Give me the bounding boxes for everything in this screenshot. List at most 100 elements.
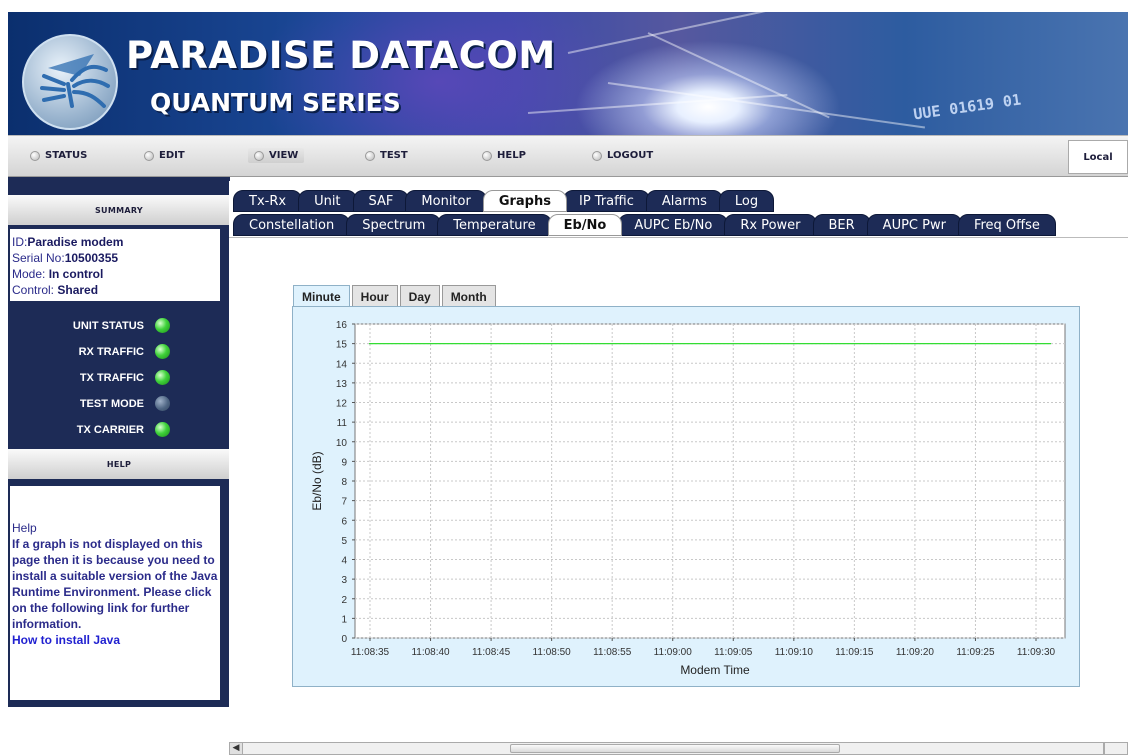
scroll-thumb[interactable]	[510, 744, 840, 753]
install-java-link[interactable]: How to install Java	[12, 632, 220, 648]
y-tick-label: 13	[336, 379, 348, 390]
ebno-chart-panel: 0 1 2 3 4 5 6 7 8 9 10 11 12 13 14 15 16 11:08:35 11:08:40…	[292, 306, 1080, 687]
x-tick-label: 11:08:35	[351, 647, 390, 658]
status-tx-carrier: TX CARRIER	[8, 420, 230, 442]
led-green-icon	[155, 344, 170, 359]
bullet-icon	[365, 150, 375, 161]
nav-logout-label: LOGOUT	[607, 150, 654, 161]
tab-log[interactable]: Log	[718, 190, 775, 212]
tab-tx-rx[interactable]: Tx-Rx	[233, 190, 303, 212]
plot-area	[354, 323, 1066, 639]
tab-saf[interactable]: SAF	[352, 190, 410, 212]
nav-edit[interactable]: EDIT	[144, 150, 185, 161]
status-unit-status: UNIT STATUS	[8, 316, 230, 338]
y-tick-label: 0	[341, 634, 347, 645]
y-tick-label: 10	[336, 438, 348, 449]
tab-graphs[interactable]: Graphs	[482, 190, 567, 212]
summary-header: SUMMARY	[8, 195, 230, 225]
x-tick-label: 11:08:40	[411, 647, 450, 658]
tab-row-primary: Tx-Rx Unit SAF Monitor Graphs IP Traffic…	[233, 190, 775, 212]
y-tick-label: 3	[341, 575, 347, 586]
help-text: If a graph is not displayed on this page…	[12, 537, 218, 631]
help-header: HELP	[8, 449, 230, 479]
help-panel: Help If a graph is not displayed on this…	[10, 486, 220, 700]
banner-digits: UUE 01619 01	[912, 90, 1023, 124]
bullet-icon	[254, 150, 264, 161]
led-off-icon	[155, 396, 170, 411]
summary-id: ID:Paradise modem	[12, 235, 124, 249]
banner: PARADISE DATACOM QUANTUM SERIES UUE 0161…	[8, 12, 1128, 135]
status-tx-traffic: TX TRAFFIC	[8, 368, 230, 390]
summary-mode: Mode: In control	[12, 267, 104, 281]
y-tick-label: 15	[336, 340, 348, 351]
y-tick-label: 11	[337, 418, 348, 429]
led-green-icon	[155, 422, 170, 437]
nav-status[interactable]: STATUS	[30, 150, 87, 161]
led-green-icon	[155, 370, 170, 385]
summary-panel: ID:Paradise modem Serial No:10500355 Mod…	[10, 229, 220, 301]
sidebar: SUMMARY ID:Paradise modem Serial No:1050…	[8, 177, 230, 707]
nav-logout[interactable]: LOGOUT	[592, 150, 653, 161]
bullet-icon	[592, 150, 602, 161]
status-panel: UNIT STATUS RX TRAFFIC TX TRAFFIC TEST M…	[8, 311, 230, 447]
tab-monitor[interactable]: Monitor	[405, 190, 487, 212]
x-axis-label: Modem Time	[680, 663, 750, 677]
x-tick-label: 11:08:55	[593, 647, 632, 658]
y-tick-label: 6	[341, 516, 347, 527]
nav-view-label: VIEW	[269, 150, 299, 161]
summary-serial: Serial No:10500355	[12, 251, 119, 265]
help-title: Help	[12, 521, 37, 535]
scroll-left-icon[interactable]: ◀	[230, 743, 243, 754]
brand-title: PARADISE DATACOM	[126, 34, 556, 77]
nav-help-label: HELP	[497, 150, 526, 161]
x-tick-label: 11:09:15	[835, 647, 874, 658]
tab-hour[interactable]: Hour	[351, 285, 398, 307]
nav-test-label: TEST	[380, 150, 408, 161]
status-rx-traffic: RX TRAFFIC	[8, 342, 230, 364]
x-tick-label: 11:09:30	[1017, 647, 1056, 658]
nav-status-label: STATUS	[45, 150, 88, 161]
x-tick-label: 11:09:10	[775, 647, 814, 658]
bullet-icon	[482, 150, 492, 161]
y-tick-label: 2	[341, 595, 347, 606]
summary-control: Control: Shared	[12, 283, 99, 297]
y-tick-label: 8	[341, 477, 347, 488]
company-logo-icon	[22, 34, 118, 130]
bullet-icon	[144, 150, 154, 161]
tab-unit[interactable]: Unit	[298, 190, 357, 212]
nav-view[interactable]: VIEW	[248, 148, 305, 163]
tab-minute[interactable]: Minute	[293, 285, 350, 307]
x-tick-label: 11:09:20	[896, 647, 935, 658]
horizontal-scrollbar[interactable]: ◀	[229, 742, 1104, 755]
brand-subtitle: QUANTUM SERIES	[150, 88, 401, 117]
nav-help[interactable]: HELP	[482, 150, 526, 161]
y-tick-label: 1	[341, 614, 347, 625]
tab-aupc-eb-no[interactable]: AUPC Eb/No	[618, 214, 729, 236]
tab-spectrum[interactable]: Spectrum	[346, 214, 442, 236]
time-range-tabs: Minute Hour Day Month	[293, 285, 498, 307]
tab-ip-traffic[interactable]: IP Traffic	[562, 190, 650, 212]
status-test-mode: TEST MODE	[8, 394, 230, 416]
ebno-chart: 01234567891011121314151611:08:35 11:08:40…	[310, 320, 1066, 677]
tab-day[interactable]: Day	[399, 285, 440, 307]
nav-test[interactable]: TEST	[365, 150, 408, 161]
y-tick-label: 14	[336, 359, 348, 370]
y-tick-label: 5	[341, 536, 347, 547]
tab-month[interactable]: Month	[441, 285, 496, 307]
x-tick-label: 11:09:05	[714, 647, 753, 658]
tab-temperature[interactable]: Temperature	[437, 214, 552, 236]
tab-rx-power[interactable]: Rx Power	[724, 214, 817, 236]
tab-eb-no[interactable]: Eb/No	[547, 214, 623, 236]
tab-constellation[interactable]: Constellation	[233, 214, 351, 236]
top-nav-bar: STATUS EDIT VIEW TEST HELP LOGOUT Local	[8, 135, 1128, 177]
tab-aupc-pwr[interactable]: AUPC Pwr	[866, 214, 962, 236]
tab-ber[interactable]: BER	[812, 214, 871, 236]
y-axis-label: Eb/No (dB)	[310, 451, 324, 510]
tab-freq-offset[interactable]: Freq Offse	[957, 214, 1056, 236]
tab-alarms[interactable]: Alarms	[645, 190, 723, 212]
local-mode-button[interactable]: Local	[1068, 140, 1128, 174]
bullet-icon	[30, 150, 40, 161]
x-tick-label: 11:08:45	[472, 647, 511, 658]
y-tick-label: 7	[341, 497, 347, 508]
tab-row-graphs: Constellation Spectrum Temperature Eb/No…	[233, 214, 1056, 236]
